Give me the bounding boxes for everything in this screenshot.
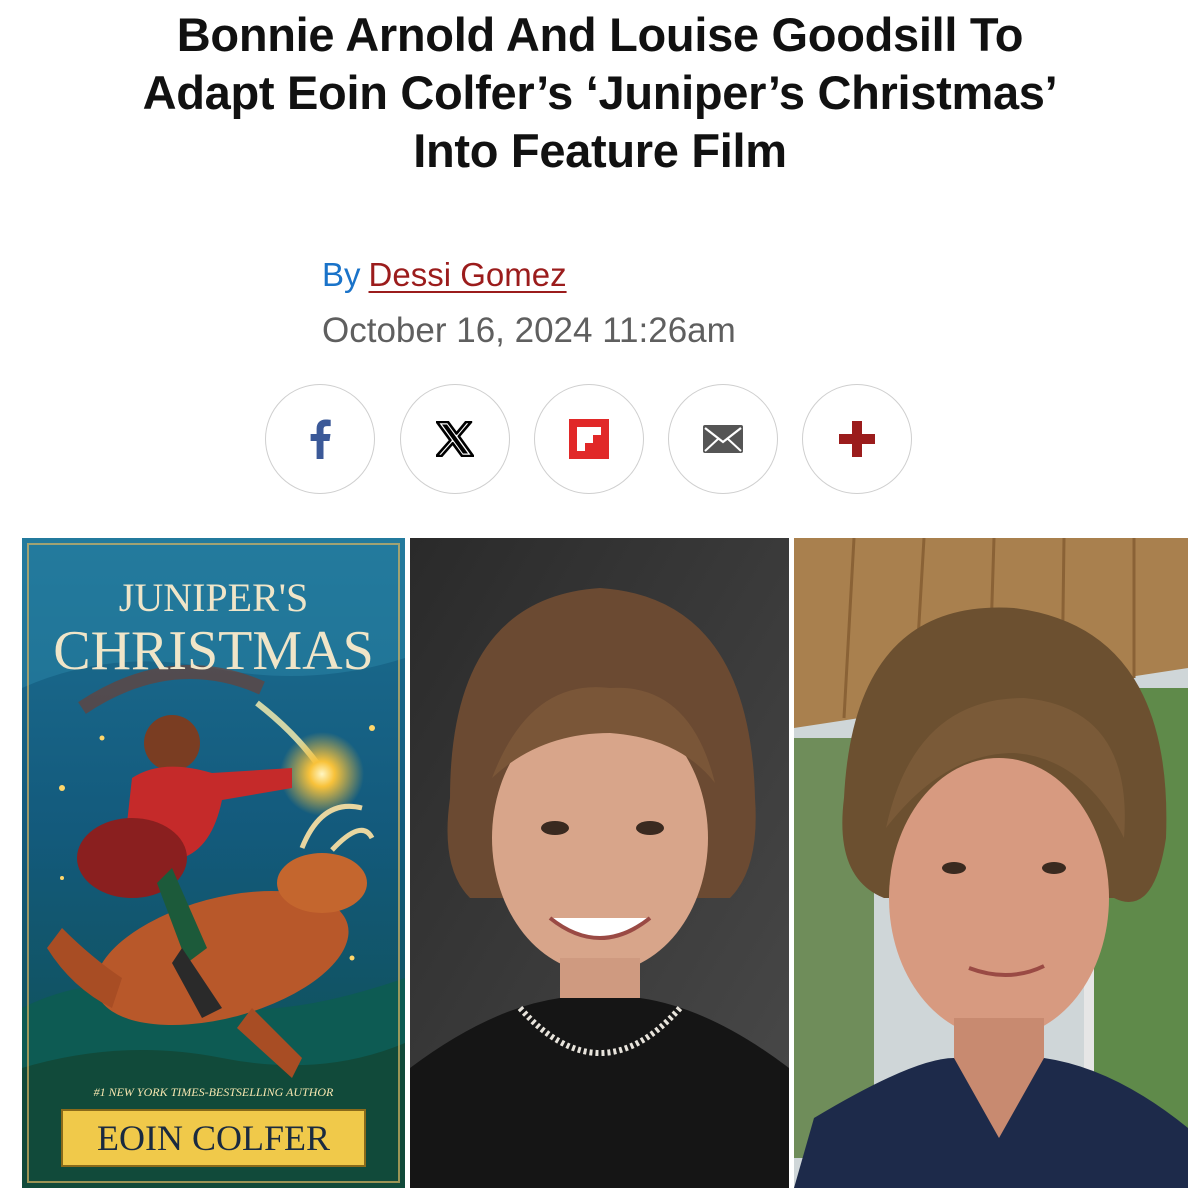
share-email-button[interactable] [668, 384, 778, 494]
author-link[interactable]: Dessi Gomez [369, 256, 567, 293]
share-more-button[interactable] [802, 384, 912, 494]
flipboard-icon [569, 419, 609, 459]
byline-prefix: By [322, 256, 361, 293]
plus-icon [837, 419, 877, 459]
book-cover-image: JUNIPER'S CHRISTMAS #1 NEW YORK TIMES-BE… [22, 538, 405, 1188]
publish-date: October 16, 2024 11:26am [322, 311, 736, 350]
headline-line-1: Bonnie Arnold And Louise Goodsill To [176, 8, 1024, 61]
article-image: JUNIPER'S CHRISTMAS #1 NEW YORK TIMES-BE… [22, 538, 1188, 1188]
headline-line-3: Into Feature Film [413, 124, 787, 177]
book-title-line-1: JUNIPER'S [118, 575, 309, 620]
x-icon [436, 421, 474, 457]
book-title-line-2: CHRISTMAS [53, 620, 374, 682]
share-facebook-button[interactable] [265, 384, 375, 494]
email-icon [703, 425, 743, 453]
article-headline: Bonnie Arnold And Louise Goodsill To Ada… [30, 6, 1170, 180]
portrait-photo-1 [410, 538, 789, 1188]
share-flipboard-button[interactable] [534, 384, 644, 494]
share-x-button[interactable] [400, 384, 510, 494]
facebook-icon [308, 419, 332, 459]
headline-line-2: Adapt Eoin Colfer’s ‘Juniper’s Christmas… [142, 66, 1058, 119]
book-tagline: #1 NEW YORK TIMES-BESTSELLING AUTHOR [93, 1085, 334, 1099]
share-buttons [265, 384, 915, 494]
byline: By Dessi Gomez [322, 253, 567, 297]
book-author-plate: EOIN COLFER [97, 1118, 330, 1158]
portrait-photo-2 [794, 538, 1188, 1188]
